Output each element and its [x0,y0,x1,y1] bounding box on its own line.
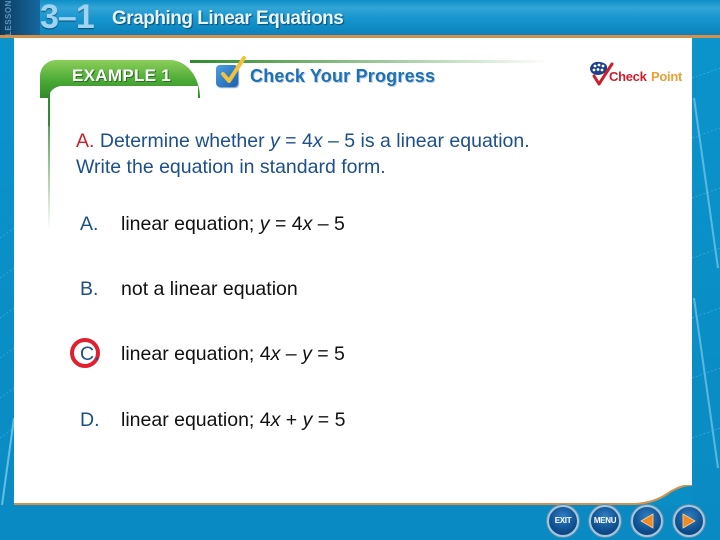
equation-text: – 5 [312,213,345,235]
equation-variable: x [270,409,281,431]
option-text: not a linear equation [121,278,298,300]
lesson-title: Graphing Linear Equations [112,8,344,29]
lesson-label: LESSON [4,0,13,36]
equation-variable: y [302,409,313,431]
checkmark-icon [221,56,246,83]
example-side-rule [48,100,50,230]
left-grid-decoration [0,38,14,505]
equation-text: = 4 [269,213,303,235]
option-text: linear equation; 4x + y = 5 [121,409,346,431]
example-tab-inner [48,86,198,126]
equation-text: = 5 [312,409,346,431]
question-text: A. Determine whether y = 4x – 5 is a lin… [76,128,696,180]
equation-text: = 5 [311,343,345,365]
exit-button[interactable]: EXIT [547,505,579,537]
logo-text-check: Check [609,69,647,84]
triangle-right-icon [682,513,696,529]
option-letter: B. [80,278,99,300]
option-letter: A. [80,213,99,235]
equation-text: + [280,409,303,431]
lesson-number: 3–1 [40,0,95,36]
logo-text-point: Point [651,69,682,84]
panel-corner-curve [632,485,692,505]
question-var-x: x [312,130,323,152]
equation-variable: y [302,343,312,365]
question-var-y: y [270,130,280,152]
section-title: Check Your Progress [250,66,436,86]
exit-label: EXIT [554,516,572,525]
checkpoint-logo: Check Point [588,60,698,90]
question-text-segment: = 4 [279,130,313,152]
equation-text: 4 [259,343,271,365]
next-button[interactable] [673,505,705,537]
option-letter: D. [80,409,100,431]
equation-variable: y [259,213,270,235]
example-label: EXAMPLE 1 [72,66,172,85]
menu-label: MENU [593,516,617,525]
option-text: linear equation; 4x – y = 5 [121,343,345,365]
equation-variable: x [302,213,313,235]
option-text: linear equation; y = 4x – 5 [121,213,345,235]
question-text-segment: Determine whether [94,130,271,152]
triangle-left-icon [640,513,654,529]
question-part-letter: A. [76,130,95,152]
menu-button[interactable]: MENU [589,505,621,537]
equation-text: 4 [259,409,271,431]
option-letter: C. [80,343,100,365]
lesson-header: LESSON 3–1 Graphing Linear Equations [0,0,720,36]
equation-text: – [280,343,303,365]
right-grid-decoration [692,38,720,505]
equation-variable: x [270,343,281,365]
question-line-2: Write the equation in standard form. [76,156,386,178]
question-text-segment: – 5 is a linear equation. [322,130,530,152]
previous-button[interactable] [631,505,663,537]
